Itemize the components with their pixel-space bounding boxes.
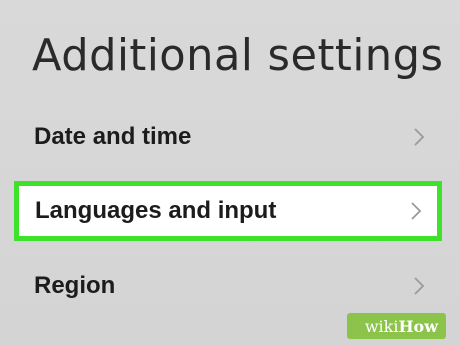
chevron-right-icon xyxy=(412,275,426,297)
chevron-right-icon xyxy=(412,126,426,148)
watermark-how: How xyxy=(398,316,438,336)
settings-item-label: Languages and input xyxy=(35,197,277,224)
wikihow-watermark: wiki How xyxy=(346,313,446,339)
settings-item-region[interactable]: Region xyxy=(0,256,460,316)
settings-screen: Additional settings Date and time Langua… xyxy=(0,0,460,345)
settings-item-date-and-time[interactable]: Date and time xyxy=(0,107,460,167)
settings-item-languages-and-input[interactable]: Languages and input xyxy=(14,181,442,241)
chevron-right-icon xyxy=(409,200,423,222)
watermark-wiki: wiki xyxy=(364,316,399,336)
settings-item-label: Date and time xyxy=(34,123,192,150)
page-title: Additional settings xyxy=(32,30,444,81)
settings-item-label: Region xyxy=(34,272,116,299)
